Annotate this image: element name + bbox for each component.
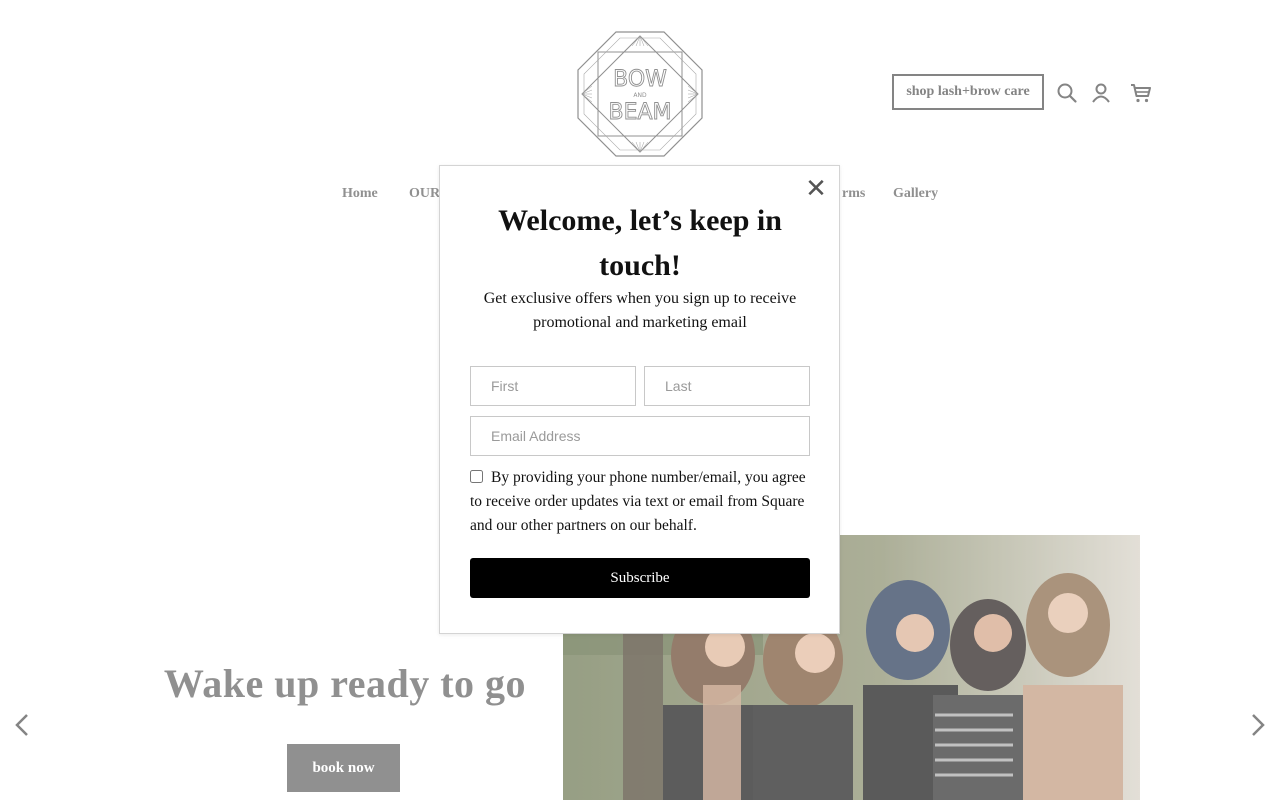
consent-text: By providing your phone number/email, yo…	[470, 469, 806, 534]
close-icon[interactable]: ✕	[805, 176, 827, 202]
subscribe-button[interactable]: Subscribe	[470, 558, 810, 598]
modal-subtitle: Get exclusive offers when you sign up to…	[483, 290, 797, 331]
first-name-input[interactable]	[470, 366, 636, 406]
modal-title: Welcome, let’s keep in touch!	[498, 204, 782, 282]
email-input[interactable]	[470, 416, 810, 456]
last-name-input[interactable]	[644, 366, 810, 406]
newsletter-modal: ✕ Welcome, let’s keep in touch! Get excl…	[439, 165, 840, 634]
